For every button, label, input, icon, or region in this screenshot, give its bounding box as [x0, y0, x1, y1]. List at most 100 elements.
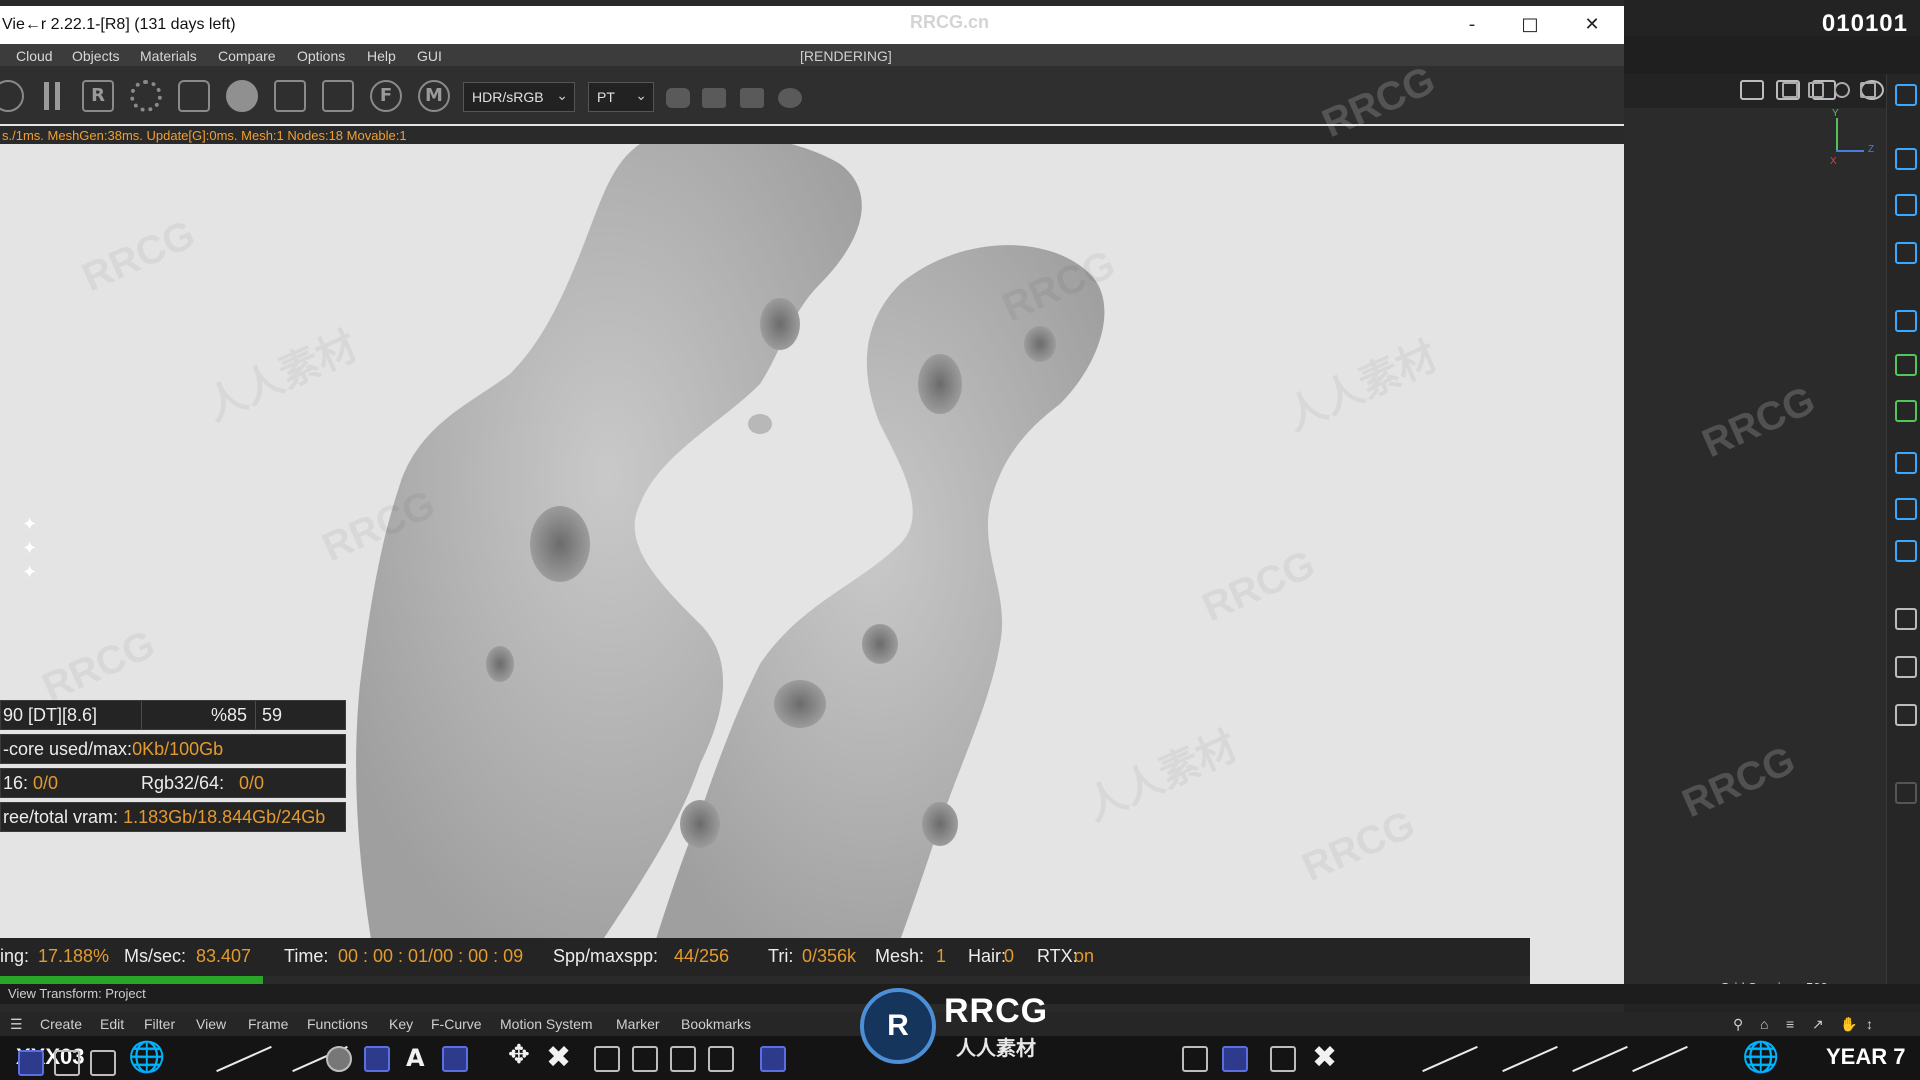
deformer-icon[interactable]: [1895, 400, 1917, 422]
gear-icon[interactable]: [130, 80, 162, 112]
minimize-button[interactable]: -: [1452, 12, 1492, 38]
keyframe-icon[interactable]: [18, 1050, 44, 1076]
sphere-icon[interactable]: [326, 1046, 352, 1072]
menu-options[interactable]: Options: [297, 48, 345, 64]
m-icon[interactable]: M: [418, 80, 450, 112]
menu-compare[interactable]: Compare: [218, 48, 276, 64]
hexagon-icon[interactable]: [666, 88, 690, 108]
timeline-menu-key[interactable]: Key: [389, 1016, 413, 1032]
st-icon-1[interactable]: [1895, 608, 1917, 630]
r-icon[interactable]: R: [82, 80, 114, 112]
search-icon[interactable]: ⚲: [1733, 1016, 1743, 1033]
spline-pen-icon[interactable]: [364, 1046, 390, 1072]
stat-device: 90 [DT][8.6]: [3, 705, 98, 725]
cube-icon[interactable]: [1895, 194, 1917, 216]
render-viewport[interactable]: RRCG RRCG RRCG RRCG RRCG RRCG 人人素材 人人素材 …: [0, 124, 1624, 992]
brush-icon[interactable]: [1182, 1046, 1208, 1072]
field-icon[interactable]: [1895, 452, 1917, 474]
camera-icon[interactable]: [740, 88, 764, 108]
timeline-menu-motion-system[interactable]: Motion System: [500, 1016, 593, 1032]
logo-subtitle: 人人素材: [956, 1036, 1036, 1060]
kernel-select[interactable]: PT ⌄: [588, 82, 654, 112]
stat-textures-value: 0/0: [33, 773, 59, 793]
stat-outofcore-value: 0Kb/100Gb: [132, 739, 224, 759]
a-blue-icon[interactable]: [1222, 1046, 1248, 1072]
stat-temp: 59: [255, 701, 345, 729]
focus-icon[interactable]: [322, 80, 354, 112]
title-bar[interactable]: Vie←r 2.22.1-[R8] (131 days left) RRCG.c…: [0, 6, 1624, 44]
timeline-menu-edit[interactable]: Edit: [100, 1016, 124, 1032]
status-tri-label: Tri:: [768, 946, 794, 966]
hamburger-icon[interactable]: ☰: [10, 1016, 23, 1033]
timeline-menu-fcurve[interactable]: F-Curve: [431, 1016, 482, 1032]
add-region-icon[interactable]: [274, 80, 306, 112]
timeline-menu-frame[interactable]: Frame: [248, 1016, 288, 1032]
close-button[interactable]: ✕: [1572, 12, 1612, 38]
move-view-icon[interactable]: [1808, 82, 1824, 98]
timeline-menu-filter[interactable]: Filter: [144, 1016, 175, 1032]
film-icon[interactable]: [702, 88, 726, 108]
plane-icon[interactable]: [632, 1046, 658, 1072]
render-image: [356, 133, 1105, 992]
menu-materials[interactable]: Materials: [140, 48, 197, 64]
expand-icon[interactable]: ↗: [1812, 1016, 1824, 1033]
status-mesh-value: 1: [936, 946, 947, 966]
move-tool-icon[interactable]: ✥: [508, 1040, 530, 1070]
stat-row-textures: 16: 0/0 Rgb32/64: 0/0: [0, 768, 346, 798]
timeline-menu-marker[interactable]: Marker: [616, 1016, 660, 1032]
spline-icon[interactable]: [1895, 310, 1917, 332]
hand-icon[interactable]: ✋: [1840, 1016, 1857, 1033]
box-icon[interactable]: [594, 1046, 620, 1072]
light-icon[interactable]: [1895, 540, 1917, 562]
menu-help[interactable]: Help: [367, 48, 396, 64]
menu-objects[interactable]: Objects: [72, 48, 119, 64]
record-icon[interactable]: [54, 1050, 80, 1076]
text-tool-icon[interactable]: A: [406, 1044, 425, 1072]
timeline-menu-create[interactable]: Create: [40, 1016, 82, 1032]
sphere-small-icon[interactable]: [778, 88, 802, 108]
render-progress-fill: [0, 976, 263, 984]
tool-icon[interactable]: [1895, 782, 1917, 804]
triangle-icon[interactable]: [670, 1046, 696, 1072]
rotate-view-icon[interactable]: [1834, 82, 1850, 98]
st-icon-3[interactable]: [1895, 704, 1917, 726]
select-tool-icon[interactable]: [1895, 84, 1917, 106]
c4d-viewport[interactable]: [1624, 108, 1886, 990]
chevron-down-icon: ⌄: [556, 87, 568, 103]
pause-icon[interactable]: [36, 80, 68, 112]
color-space-select[interactable]: HDR/sRGB ⌄: [463, 82, 575, 112]
select-blue-icon[interactable]: [760, 1046, 786, 1072]
maximize-view-icon[interactable]: [1860, 82, 1876, 98]
generator-icon[interactable]: [1895, 354, 1917, 376]
menu-cloud[interactable]: Cloud: [16, 48, 53, 64]
home-icon[interactable]: ⌂: [1760, 1016, 1768, 1032]
camera-icon[interactable]: [1895, 498, 1917, 520]
clapper-icon[interactable]: [1740, 80, 1764, 100]
figure-icon[interactable]: [708, 1046, 734, 1072]
octane-viewer-window: Vie←r 2.22.1-[R8] (131 days left) RRCG.c…: [0, 6, 1624, 992]
timeline-menu-view[interactable]: View: [196, 1016, 226, 1032]
rectangle-icon[interactable]: [1895, 148, 1917, 170]
rrcg-logo: R RRCG 人人素材: [860, 988, 1060, 1068]
status-rtx-label: RTX:: [1037, 946, 1078, 966]
st-icon-2[interactable]: [1895, 656, 1917, 678]
move-icon[interactable]: ↕: [1866, 1016, 1873, 1032]
color-space-value: HDR/sRGB: [472, 89, 544, 105]
sketch-icon[interactable]: [442, 1046, 468, 1072]
timeline-menu-functions[interactable]: Functions: [307, 1016, 368, 1032]
lock-small-icon[interactable]: [1270, 1046, 1296, 1072]
sphere-icon[interactable]: [226, 80, 258, 112]
status-time-value: 00 : 00 : 01/00 : 00 : 09: [338, 946, 524, 966]
f-icon[interactable]: F: [370, 80, 402, 112]
filter-icon[interactable]: ≡: [1786, 1016, 1794, 1032]
maximize-button[interactable]: □: [1510, 12, 1550, 38]
lock-icon[interactable]: [178, 80, 210, 112]
status-tri-value: 0/356k: [802, 946, 857, 966]
timeline-menu-bookmarks[interactable]: Bookmarks: [681, 1016, 751, 1032]
menu-gui[interactable]: GUI: [417, 48, 442, 64]
axis-y-line: [1836, 118, 1838, 150]
pan-icon[interactable]: [1782, 82, 1798, 98]
text-icon[interactable]: [1895, 242, 1917, 264]
layer-icon[interactable]: [90, 1050, 116, 1076]
refresh-icon[interactable]: [0, 80, 24, 112]
